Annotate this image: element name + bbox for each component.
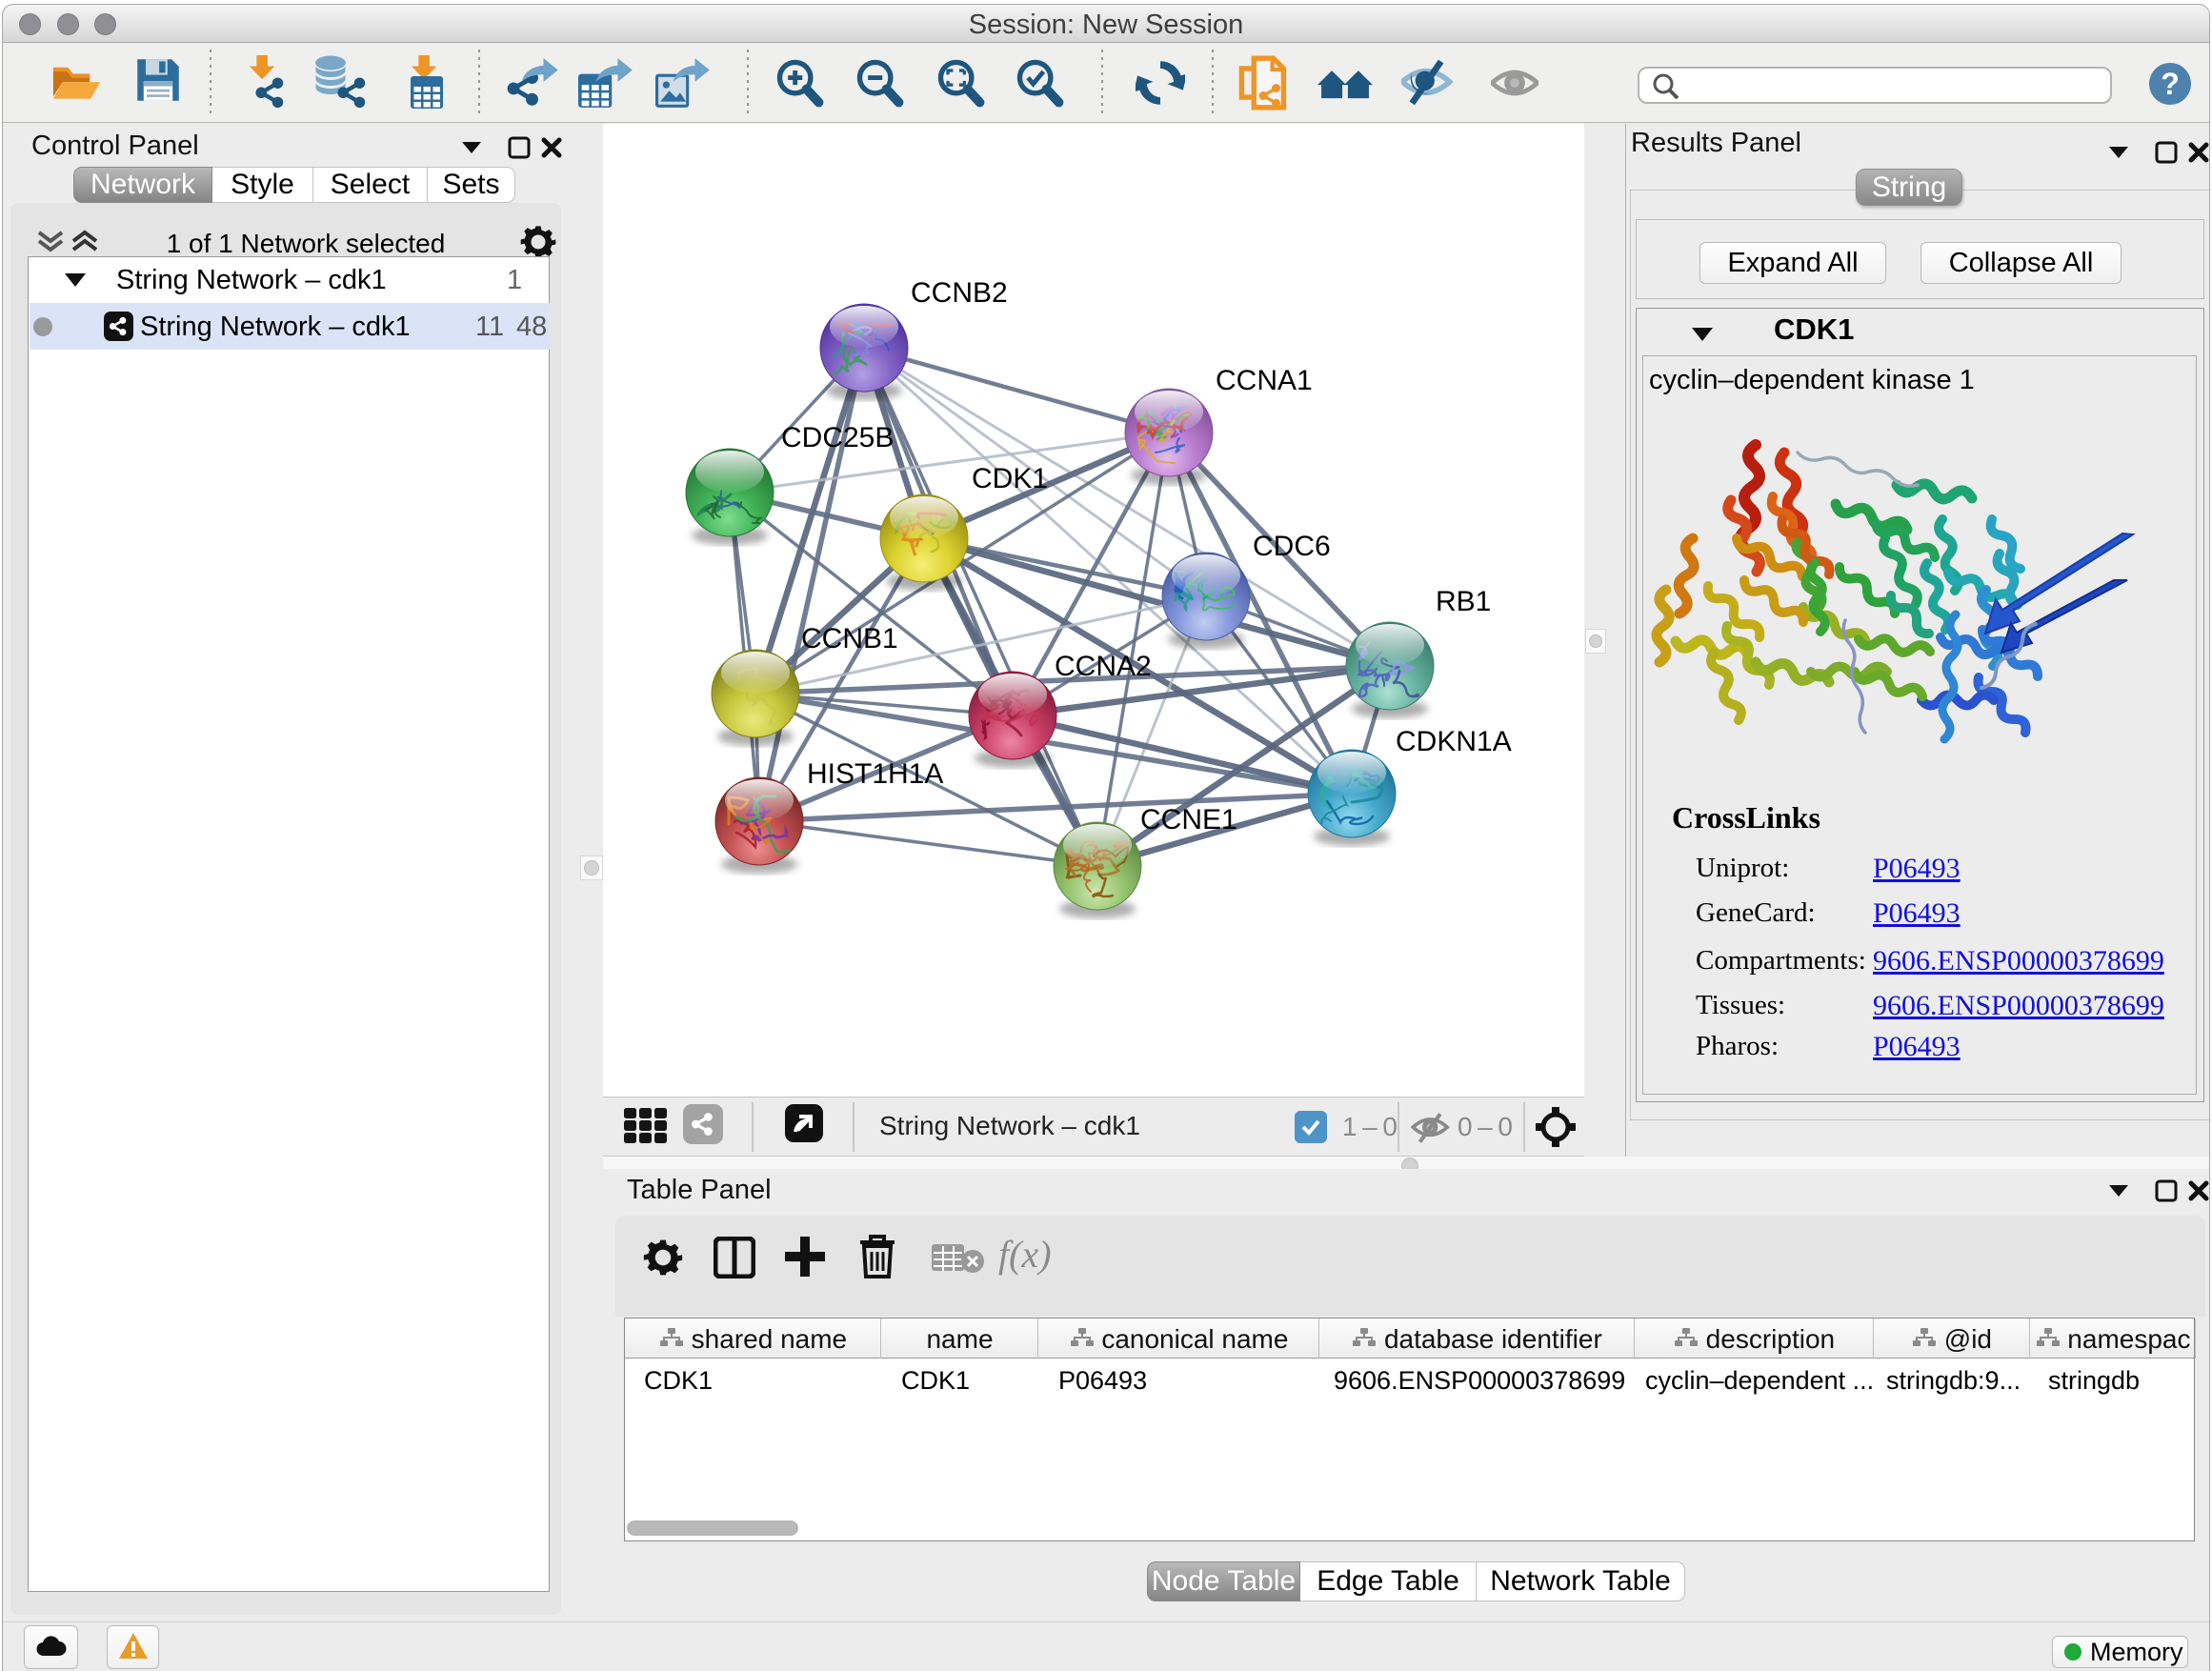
svg-text:CCNB2: CCNB2 bbox=[911, 277, 1008, 309]
svg-text:?: ? bbox=[2161, 67, 2180, 101]
svg-text:CCNE1: CCNE1 bbox=[1140, 804, 1237, 836]
svg-text:HIST1H1A: HIST1H1A bbox=[807, 758, 943, 790]
svg-text:CCNB1: CCNB1 bbox=[801, 623, 898, 654]
svg-text:RB1: RB1 bbox=[1436, 586, 1491, 617]
svg-text:CDKN1A: CDKN1A bbox=[1396, 726, 1512, 757]
svg-text:CCNA1: CCNA1 bbox=[1216, 365, 1313, 396]
svg-text:CDC6: CDC6 bbox=[1253, 531, 1331, 562]
svg-text:CCNA2: CCNA2 bbox=[1055, 651, 1152, 682]
svg-text:CDK1: CDK1 bbox=[972, 463, 1048, 494]
svg-text:CDC25B: CDC25B bbox=[781, 422, 894, 453]
